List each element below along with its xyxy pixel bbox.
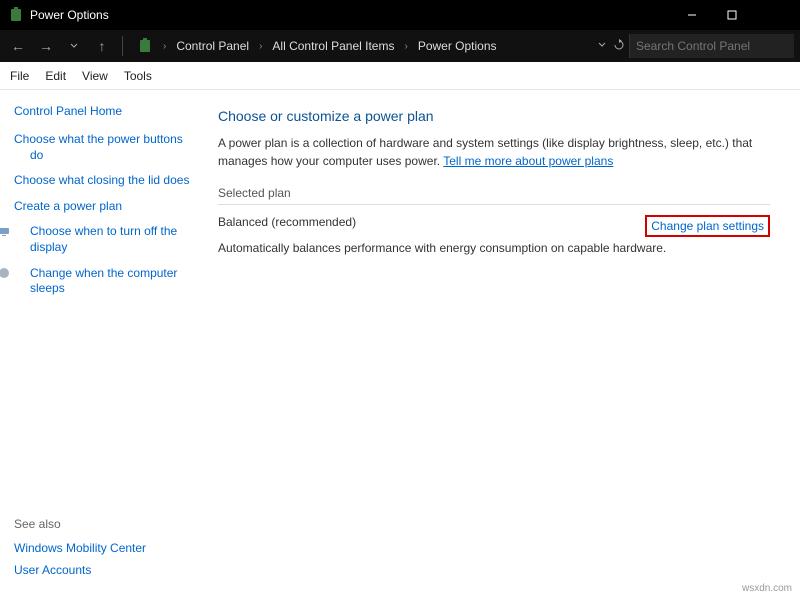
sidebar-item-label: Create a power plan: [14, 199, 122, 213]
learn-more-link[interactable]: Tell me more about power plans: [443, 154, 613, 168]
change-plan-settings-link[interactable]: Change plan settings: [645, 215, 770, 237]
sidebar-item-label: Choose what the power buttons do: [14, 132, 183, 162]
page-heading: Choose or customize a power plan: [218, 108, 770, 124]
menu-view[interactable]: View: [82, 69, 108, 83]
monitor-icon: [14, 226, 26, 238]
window-title: Power Options: [30, 8, 672, 22]
see-also-link[interactable]: Windows Mobility Center: [14, 541, 190, 555]
up-button[interactable]: ↑: [90, 34, 114, 58]
breadcrumb-part[interactable]: Control Panel: [176, 39, 249, 53]
minimize-button[interactable]: [672, 0, 712, 30]
forward-button[interactable]: →: [34, 34, 58, 58]
breadcrumb-part[interactable]: All Control Panel Items: [272, 39, 394, 53]
battery-icon: [137, 38, 153, 54]
plan-description: Automatically balances performance with …: [218, 241, 770, 255]
sidebar-item[interactable]: Create a power plan: [14, 199, 190, 215]
maximize-button[interactable]: [712, 0, 752, 30]
chevron-down-icon[interactable]: [597, 39, 607, 53]
sidebar-item[interactable]: Change when the computer sleeps: [14, 266, 190, 297]
back-button[interactable]: ←: [6, 34, 30, 58]
plan-name: Balanced (recommended): [218, 215, 356, 229]
moon-icon: [14, 267, 26, 279]
sidebar-item-label: Change when the computer sleeps: [30, 266, 177, 296]
see-also-header: See also: [14, 517, 190, 531]
sidebar-item[interactable]: Choose when to turn off the display: [14, 224, 190, 255]
page-description: A power plan is a collection of hardware…: [218, 134, 770, 170]
breadcrumb-part[interactable]: Power Options: [418, 39, 497, 53]
chevron-right-icon: ›: [159, 41, 170, 52]
sidebar-item[interactable]: Choose what closing the lid does: [14, 173, 190, 189]
chevron-right-icon: ›: [255, 41, 266, 52]
see-also-link[interactable]: User Accounts: [14, 563, 190, 577]
menu-tools[interactable]: Tools: [124, 69, 152, 83]
refresh-icon[interactable]: [613, 39, 625, 54]
search-input[interactable]: [636, 39, 788, 53]
addressbar[interactable]: › Control Panel › All Control Panel Item…: [131, 38, 593, 54]
recent-dropdown[interactable]: [62, 34, 86, 58]
battery-icon: [8, 7, 24, 23]
selected-plan-header: Selected plan: [218, 186, 770, 205]
menu-edit[interactable]: Edit: [45, 69, 66, 83]
control-panel-home-link[interactable]: Control Panel Home: [14, 104, 190, 118]
sidebar-item-label: Choose what closing the lid does: [14, 173, 189, 187]
menu-file[interactable]: File: [10, 69, 29, 83]
watermark: wsxdn.com: [742, 583, 792, 594]
sidebar-item-label: Choose when to turn off the display: [30, 224, 177, 254]
sidebar-item[interactable]: Choose what the power buttons do: [14, 132, 190, 163]
chevron-right-icon: ›: [400, 41, 411, 52]
